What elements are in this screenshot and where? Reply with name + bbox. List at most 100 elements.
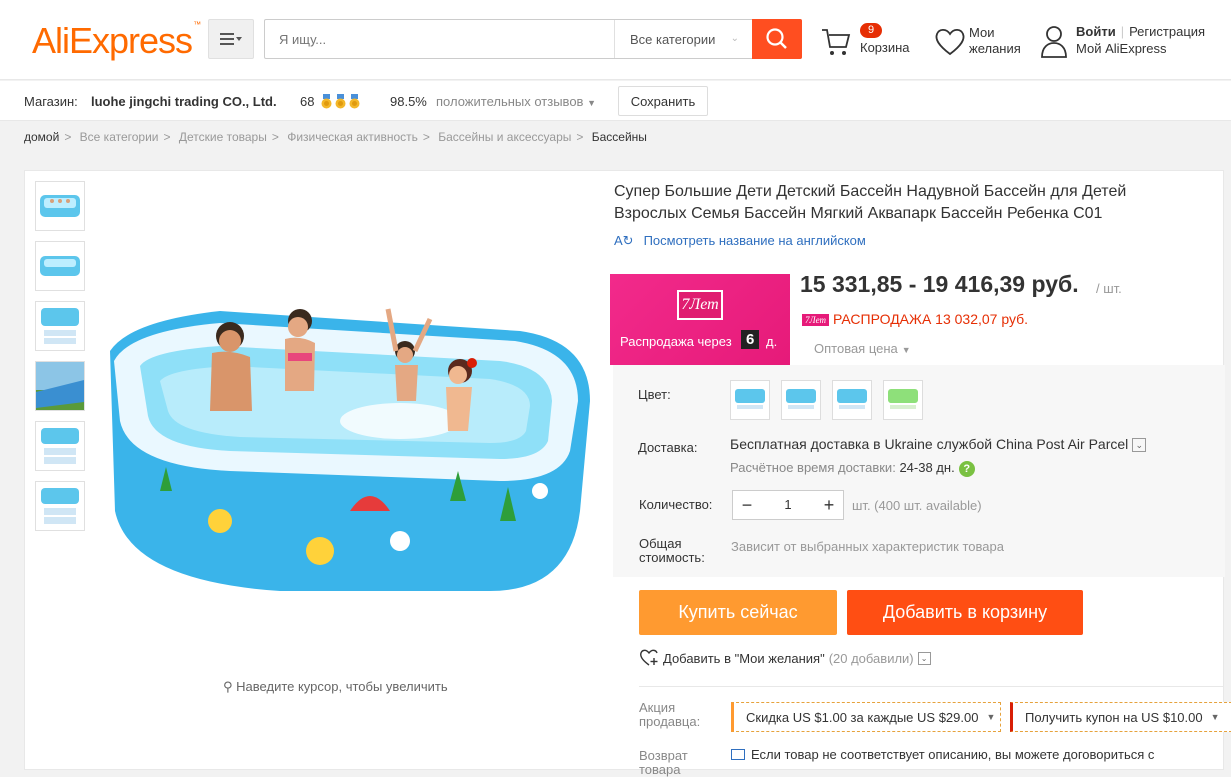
quantity-decrease-button[interactable]: − [733,491,761,519]
color-swatch[interactable] [832,380,872,420]
returns-policy: Если товар не соответствует описанию, вы… [731,747,1154,762]
trademark-mark: ™ [193,20,201,29]
heart-plus-icon [640,649,658,666]
categories-menu-button[interactable] [208,19,254,59]
pool-swatch-image [786,389,816,409]
color-swatch[interactable] [730,380,770,420]
store-feedback-dropdown[interactable]: положительных отзывов ▼ [436,94,596,109]
discount-coupon-text: Скидка US $1.00 за каждые US $29.00 [746,709,979,725]
shipping-option[interactable]: Бесплатная доставка в Ukraine службой Ch… [730,436,1147,453]
quantity-input[interactable]: 1 [761,491,815,519]
my-aliexpress-link[interactable]: Мой AliExpress [1076,41,1167,56]
returns-label-line2: товара [639,762,681,777]
color-swatches [730,380,923,420]
get-coupon[interactable]: Получить купон на US $10.00 ▼ [1010,702,1231,732]
store-medals[interactable] [321,94,360,109]
total-label-line1: Общая [639,536,682,551]
add-to-wishlist-link[interactable]: Добавить в "Мои желания" (20 добавили) ⌄ [639,649,931,667]
wishlist-count: (20 добавили) [828,650,914,666]
buy-now-button[interactable]: Купить сейчас [639,590,837,635]
quantity-available: шт. (400 шт. available) [852,498,982,513]
pool-swatch-image [735,389,765,409]
cart-count-badge: 9 [860,23,883,38]
thumbnail[interactable] [35,361,85,411]
breadcrumb-item[interactable]: Детские товары [179,130,267,144]
search-category-select[interactable]: Все категории ⌄ [614,20,753,58]
search-category-label: Все категории [630,31,716,47]
thumbnail[interactable] [35,421,85,471]
logo-text: AliExpress [32,20,193,61]
seller-promo-label: Акция продавца: [639,701,700,729]
document-icon [731,749,745,760]
store-score: 68 [300,94,315,109]
search-input[interactable] [265,20,614,58]
heart-icon [935,28,965,56]
separator: | [1120,24,1125,39]
shipping-label: Доставка: [638,440,698,455]
thumbnail[interactable] [35,301,85,351]
thumbnail-list [35,181,85,541]
color-label: Цвет: [638,387,671,402]
cart-link[interactable]: 9 Корзина [820,22,920,62]
wishlist-label-line2: желания [969,41,1021,56]
chevron-down-icon: ⌄ [917,651,931,665]
zoom-hint-text: Наведите курсор, чтобы увеличить [236,679,448,694]
divider [639,686,1224,687]
wholesale-price-toggle[interactable]: Оптовая цена ▼ [814,341,911,356]
medal-icon [335,94,346,109]
aliexpress-logo[interactable]: AliExpress™ [32,20,201,62]
cart-icon [822,29,851,55]
color-swatch[interactable] [883,380,923,420]
translate-title-link[interactable]: A↻ Посмотреть название на английском [614,233,866,249]
returns-label: Возврат товара [639,749,688,777]
product-title: Супер Большие Дети Детский Бассейн Надув… [614,183,1127,222]
chevron-down-icon: ▼ [1210,712,1220,722]
chevron-down-icon: ⌄ [730,33,739,44]
breadcrumb-item[interactable]: Все категории [80,130,159,144]
account-area: Войти | Регистрация Мой AliExpress [1040,22,1225,62]
add-to-cart-button[interactable]: Добавить в корзину [847,590,1083,635]
pool-thumbnail-image [41,488,79,524]
sale-price: 7Лет РАСПРОДАЖА 13 032,07 руб. [802,311,1028,327]
register-link[interactable]: Регистрация [1129,24,1205,39]
site-header: AliExpress™ Все категории ⌄ 9 Корзин [0,0,1231,80]
total-note: Зависит от выбранных характеристик товар… [731,539,1004,554]
pool-swatch-image [888,389,918,409]
returns-policy-text: Если товар не соответствует описанию, вы… [751,747,1155,762]
search-bar: Все категории ⌄ [264,19,802,59]
shipping-estimate-label: Расчётное время доставки: [730,460,896,475]
color-swatch[interactable] [781,380,821,420]
sale-badge: 7Лет [802,314,829,327]
thumbnail[interactable] [35,181,85,231]
search-button[interactable] [752,19,802,59]
login-link[interactable]: Войти [1076,24,1116,39]
thumbnail[interactable] [35,481,85,531]
thumbnail[interactable] [35,241,85,291]
separator: > [163,130,171,144]
magnifier-icon: ⚲ [223,679,233,694]
price-unit: / шт. [1096,281,1122,296]
chevron-down-icon: ▼ [986,712,996,722]
wishlist-link[interactable]: Мои желания [934,24,1034,64]
pool-thumbnail-image [40,195,80,217]
quantity-increase-button[interactable]: + [815,491,843,519]
breadcrumb-item[interactable]: Физическая активность [287,130,418,144]
user-icon [1041,26,1067,58]
separator: > [271,130,279,144]
discount-coupon[interactable]: Скидка US $1.00 за каждые US $29.00 ▼ [731,702,1001,732]
breadcrumb-item[interactable]: домой [24,130,59,144]
pool-swatch-image [837,389,867,409]
breadcrumb-item[interactable]: Бассейны и аксессуары [438,130,571,144]
help-icon[interactable]: ? [958,460,975,477]
store-name-link[interactable]: luohe jingchi trading CO., Ltd. [91,94,277,109]
separator: > [64,130,72,144]
breadcrumb: домой > Все категории > Детские товары > Фи… [24,130,647,144]
pool-thumbnail-image [41,308,79,344]
breadcrumb-item-current[interactable]: Бассейны [592,130,647,144]
translate-icon: A↻ [614,233,634,248]
sale-countdown-banner[interactable]: 7Лет Распродажа через 6 д. [610,274,790,365]
save-store-button[interactable]: Сохранить [618,86,708,116]
total-label: Общая стоимость: [639,537,705,565]
product-main-image[interactable] [100,291,600,611]
hamburger-icon [220,33,242,45]
